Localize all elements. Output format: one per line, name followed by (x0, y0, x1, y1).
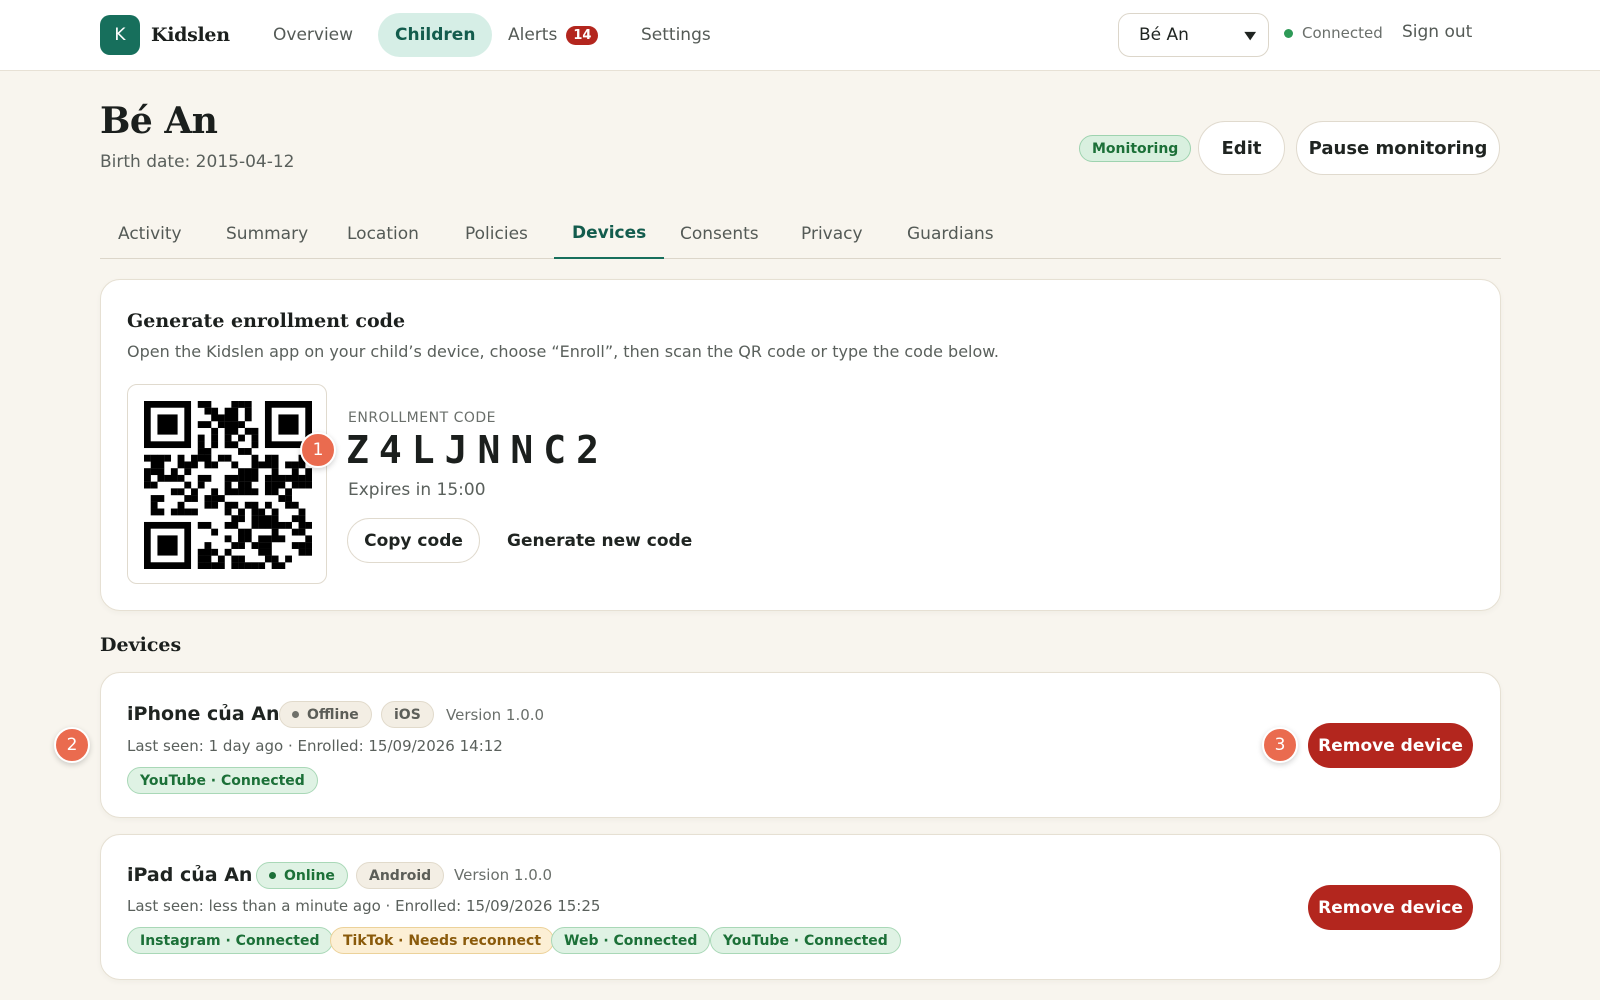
nav-settings[interactable]: Settings (624, 13, 728, 57)
connection-badge-web: Web · Connected (551, 927, 711, 954)
connection-status-label: Connected (1302, 24, 1383, 42)
top-navigation-bar: K Kidslen Overview Children Alerts 14 Set… (0, 0, 1600, 71)
enrollment-description: Open the Kidslen app on your child’s dev… (127, 342, 999, 361)
device-version: Version 1.0.0 (454, 866, 553, 884)
device-platform-badge: Android (356, 862, 445, 889)
sign-out-link[interactable]: Sign out (1402, 22, 1472, 42)
qr-code-icon (144, 401, 312, 569)
chevron-down-icon: ▼ (1243, 28, 1256, 42)
alerts-count-badge: 14 (566, 25, 599, 45)
connection-badge-tiktok: TikTok · Needs reconnect (330, 927, 555, 954)
edit-button[interactable]: Edit (1198, 121, 1285, 175)
device-status-badge: Offline (279, 701, 372, 728)
connected-dot-icon (1284, 28, 1293, 38)
code-expiry: Expires in 15:00 (348, 480, 486, 500)
brand-logo-icon: K (100, 15, 140, 55)
tab-guardians[interactable]: Guardians (889, 208, 1012, 259)
device-last-seen: Last seen: 1 day ago · Enrolled: 15/09/2… (127, 737, 503, 755)
nav-children[interactable]: Children (378, 13, 493, 57)
online-dot-icon (269, 872, 276, 879)
devices-section-title: Devices (100, 634, 182, 656)
step-marker: 2 (54, 727, 90, 763)
device-version: Version 1.0.0 (446, 706, 545, 724)
nav-alerts[interactable]: Alerts 14 (491, 13, 615, 57)
connection-status: Connected (1284, 24, 1383, 42)
device-name: iPhone của An (127, 703, 280, 725)
connection-badge-youtube: YouTube · Connected (710, 927, 901, 954)
step-marker: 1 (300, 432, 336, 468)
connection-badge-instagram: Instagram · Connected (127, 927, 333, 954)
nav-children-label: Children (395, 25, 476, 45)
offline-dot-icon (292, 711, 299, 718)
monitoring-status-badge: Monitoring (1079, 135, 1192, 162)
tab-activity[interactable]: Activity (100, 208, 200, 259)
step-marker: 3 (1262, 727, 1298, 763)
connection-badge-youtube: YouTube · Connected (127, 767, 318, 794)
enrollment-code: Z4LJNNC2 (346, 428, 610, 472)
nav-settings-label: Settings (641, 25, 711, 45)
nav-overview[interactable]: Overview (256, 13, 370, 57)
enrollment-qr-code (127, 384, 327, 584)
remove-device-button[interactable]: Remove device (1308, 885, 1473, 930)
remove-device-button[interactable]: Remove device (1308, 723, 1473, 768)
pause-monitoring-button[interactable]: Pause monitoring (1296, 121, 1500, 175)
tab-summary[interactable]: Summary (208, 208, 326, 259)
copy-code-button[interactable]: Copy code (347, 518, 480, 563)
brand-name: Kidslen (151, 24, 230, 46)
enrollment-title: Generate enrollment code (127, 310, 406, 332)
generate-new-code-button[interactable]: Generate new code (507, 518, 692, 563)
device-status-label: Online (284, 867, 335, 884)
enrollment-code-label: ENROLLMENT CODE (348, 410, 496, 426)
brand[interactable]: K Kidslen (100, 15, 230, 55)
child-select-value: Bé An (1139, 25, 1189, 45)
child-tabs: Activity Summary Location Policies Devic… (100, 208, 1501, 259)
birth-date: Birth date: 2015-04-12 (100, 152, 295, 172)
nav-overview-label: Overview (273, 25, 354, 45)
device-name: iPad của An (127, 864, 253, 886)
tab-consents[interactable]: Consents (662, 208, 777, 259)
tab-location[interactable]: Location (329, 208, 437, 259)
tab-privacy[interactable]: Privacy (783, 208, 881, 259)
device-last-seen: Last seen: less than a minute ago · Enro… (127, 897, 601, 915)
tab-devices[interactable]: Devices (554, 208, 665, 259)
device-status-label: Offline (307, 706, 359, 723)
device-card: iPad của An Online Android Version 1.0.0… (100, 834, 1501, 980)
child-select[interactable]: Bé An ▼ (1118, 13, 1269, 57)
device-platform-badge: iOS (381, 701, 434, 728)
nav-alerts-label: Alerts (508, 25, 558, 45)
tab-policies[interactable]: Policies (447, 208, 546, 259)
device-status-badge: Online (256, 862, 348, 889)
page-title: Bé An (100, 100, 218, 142)
